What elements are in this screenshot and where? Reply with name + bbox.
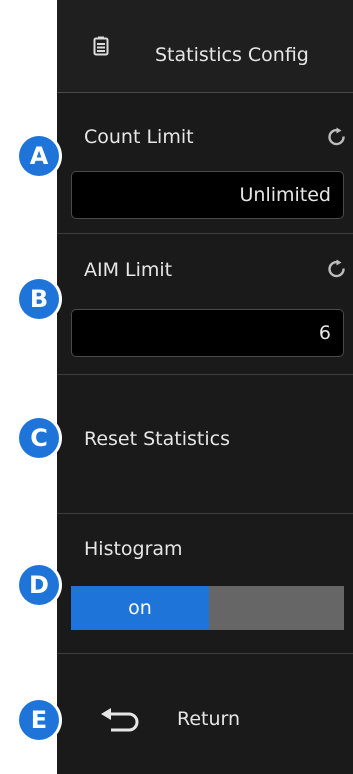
aim-limit-label: AIM Limit	[84, 259, 173, 281]
menu-header: Statistics Config	[57, 0, 353, 93]
screenshot-stage: Statistics Config Count Limit Unlimited …	[0, 0, 353, 774]
callout-badge-a: A	[19, 136, 59, 176]
page-title: Statistics Config	[155, 44, 309, 66]
clipboard-icon	[93, 36, 109, 56]
reset-icon[interactable]	[327, 259, 347, 279]
reset-statistics-label: Reset Statistics	[84, 428, 230, 450]
histogram-toggle-on: on	[71, 586, 209, 630]
aim-limit-input[interactable]: 6	[71, 309, 344, 357]
return-arrow-icon	[101, 708, 139, 732]
return-button[interactable]: Return	[57, 654, 353, 774]
count-limit-section: Count Limit Unlimited	[57, 93, 353, 234]
callout-badge-d: D	[19, 565, 59, 605]
histogram-section: Histogram on	[57, 514, 353, 654]
count-limit-label: Count Limit	[84, 126, 194, 148]
histogram-toggle[interactable]: on	[71, 586, 344, 630]
callout-badge-e: E	[19, 700, 59, 740]
return-label: Return	[177, 708, 241, 730]
aim-limit-section: AIM Limit 6	[57, 234, 353, 375]
reset-icon[interactable]	[327, 127, 347, 147]
count-limit-input[interactable]: Unlimited	[71, 171, 344, 219]
callout-badge-b: B	[19, 279, 59, 319]
reset-statistics-button[interactable]: Reset Statistics	[57, 375, 353, 514]
histogram-label: Histogram	[84, 538, 183, 560]
statistics-config-menu: Statistics Config Count Limit Unlimited …	[57, 0, 353, 774]
callout-badge-c: C	[19, 418, 59, 458]
